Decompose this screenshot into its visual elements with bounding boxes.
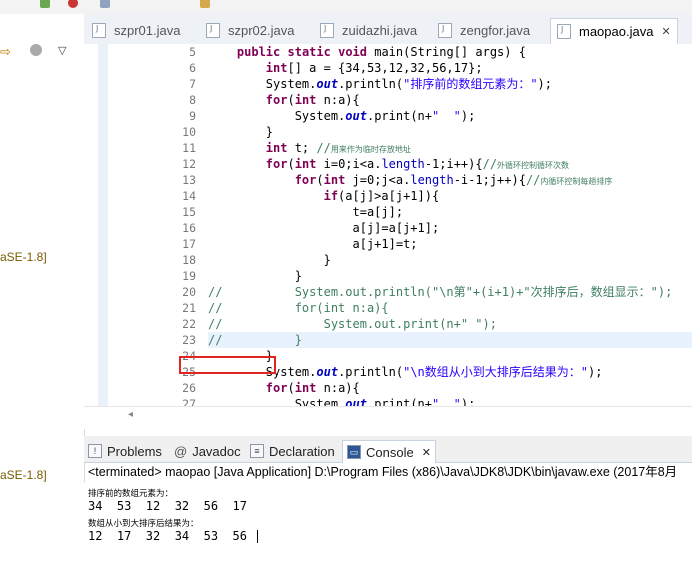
- code-line[interactable]: }: [208, 252, 331, 268]
- line-number: 21: [182, 301, 196, 315]
- console-line: 排序前的数组元素为：: [88, 489, 174, 499]
- line-number: 23: [182, 333, 196, 347]
- code-line[interactable]: public static void main(String[] args) {: [208, 44, 526, 60]
- code-line[interactable]: }: [208, 124, 273, 140]
- console-line: 34 53 12 32 56 17: [88, 499, 247, 513]
- line-number: 19: [182, 269, 196, 283]
- text-caret: [257, 530, 258, 543]
- horizontal-scrollbar[interactable]: ◂: [84, 406, 692, 429]
- tab-label: Declaration: [269, 443, 335, 459]
- at-icon: @: [174, 443, 188, 459]
- line-number: 8: [189, 93, 196, 107]
- code-editor[interactable]: 5 public static void main(String[] args)…: [84, 44, 692, 406]
- line-number: 18: [182, 253, 196, 267]
- java-file-icon: [557, 24, 571, 39]
- code-line[interactable]: for(int n:a){: [208, 92, 360, 108]
- tab-console[interactable]: ▭ Console ✕: [342, 440, 436, 463]
- console-icon: ▭: [347, 445, 361, 459]
- console-status: <terminated> maopao [Java Application] D…: [88, 465, 678, 479]
- tab-label: Javadoc: [192, 443, 241, 459]
- java-file-icon: [92, 23, 106, 38]
- tab-zengfor[interactable]: zengfor.java: [438, 18, 530, 43]
- line-number: 13: [182, 173, 196, 187]
- view-menu-icon[interactable]: ▽: [58, 44, 66, 57]
- tab-label: Problems: [107, 443, 162, 459]
- tab-zuidazhi[interactable]: zuidazhi.java: [320, 18, 417, 43]
- focus-icon[interactable]: [30, 44, 42, 56]
- close-tab-icon[interactable]: ✕: [422, 446, 431, 459]
- code-line[interactable]: a[j]=a[j+1];: [208, 220, 439, 236]
- line-number: 6: [189, 61, 196, 75]
- line-number: 7: [189, 77, 196, 91]
- code-line[interactable]: System.out.print(n+" ");: [208, 108, 476, 124]
- line-number: 9: [189, 109, 196, 123]
- tab-label: Console: [366, 444, 414, 460]
- code-line[interactable]: // for(int n:a){: [208, 300, 389, 316]
- run-icon[interactable]: [40, 0, 50, 8]
- tab-label: szpr01.java: [114, 23, 181, 38]
- tab-problems[interactable]: ! Problems: [88, 440, 162, 462]
- code-line[interactable]: }: [208, 268, 302, 284]
- link-editor-icon[interactable]: ⇨: [0, 44, 11, 60]
- code-line[interactable]: for(int n:a){: [208, 380, 360, 396]
- jre-library-label[interactable]: aSE-1.8]: [0, 468, 47, 482]
- scroll-left-icon[interactable]: ◂: [128, 409, 133, 420]
- line-number: 27: [182, 397, 196, 406]
- toolbar: [0, 0, 692, 15]
- tab-declaration[interactable]: ≡ Declaration: [250, 440, 335, 462]
- code-line[interactable]: System.out.print(n+" ");: [208, 396, 476, 406]
- java-file-icon: [438, 23, 452, 38]
- tab-label: szpr02.java: [228, 23, 295, 38]
- tab-label: zuidazhi.java: [342, 23, 418, 38]
- code-line[interactable]: t=a[j];: [208, 204, 403, 220]
- java-file-icon: [206, 23, 220, 38]
- tab-szpr02[interactable]: szpr02.java: [206, 18, 294, 43]
- code-line[interactable]: System.out.println("排序前的数组元素为：");: [208, 76, 552, 92]
- code-line[interactable]: // }: [208, 332, 302, 348]
- console-line: 12 17 32 34 53 56: [88, 529, 247, 543]
- line-number: 20: [182, 285, 196, 299]
- package-explorer: ⇨ ▽ aSE-1.8] aSE-1.8]: [0, 14, 85, 573]
- editor-tab-bar: szpr01.java szpr02.java zuidazhi.java ze…: [84, 14, 692, 45]
- code-line[interactable]: a[j+1]=t;: [208, 236, 417, 252]
- code-line[interactable]: // System.out.println("\n第"+(i+1)+"次排序后，…: [208, 284, 672, 300]
- line-number: 5: [189, 45, 196, 59]
- line-number: 16: [182, 221, 196, 235]
- line-number: 14: [182, 189, 196, 203]
- bottom-view-tabs: ! Problems @ Javadoc ≡ Declaration ▭ Con…: [84, 436, 692, 463]
- code-line[interactable]: if(a[j]>a[j+1]){: [208, 188, 440, 204]
- tab-maopao[interactable]: maopao.java ✕: [550, 18, 678, 44]
- open-type-icon[interactable]: [200, 0, 210, 8]
- line-number: 10: [182, 125, 196, 139]
- line-number: 15: [182, 205, 196, 219]
- tab-javadoc[interactable]: @ Javadoc: [174, 440, 241, 462]
- code-line[interactable]: // System.out.print(n+" ");: [208, 316, 497, 332]
- annotation-highlight-box: [179, 356, 276, 374]
- line-number: 26: [182, 381, 196, 395]
- line-number: 11: [182, 141, 196, 155]
- line-number: 12: [182, 157, 196, 171]
- jre-library-label[interactable]: aSE-1.8]: [0, 250, 47, 264]
- debug-icon[interactable]: [68, 0, 78, 8]
- java-file-icon: [320, 23, 334, 38]
- line-number: 17: [182, 237, 196, 251]
- external-tools-icon[interactable]: [100, 0, 110, 8]
- tab-label: zengfor.java: [460, 23, 531, 38]
- problems-icon: !: [88, 444, 102, 458]
- code-line[interactable]: int[] a = {34,53,12,32,56,17};: [208, 60, 483, 76]
- tab-szpr01[interactable]: szpr01.java: [92, 18, 180, 43]
- tab-label: maopao.java: [579, 24, 654, 39]
- declaration-icon: ≡: [250, 444, 264, 458]
- console-line: 数组从小到大排序后结果为：: [88, 519, 199, 529]
- console-output[interactable]: 排序前的数组元素为： 34 53 12 32 56 17 数组从小到大排序后结果…: [84, 482, 692, 573]
- close-tab-icon[interactable]: ✕: [661, 25, 670, 38]
- line-number: 22: [182, 317, 196, 331]
